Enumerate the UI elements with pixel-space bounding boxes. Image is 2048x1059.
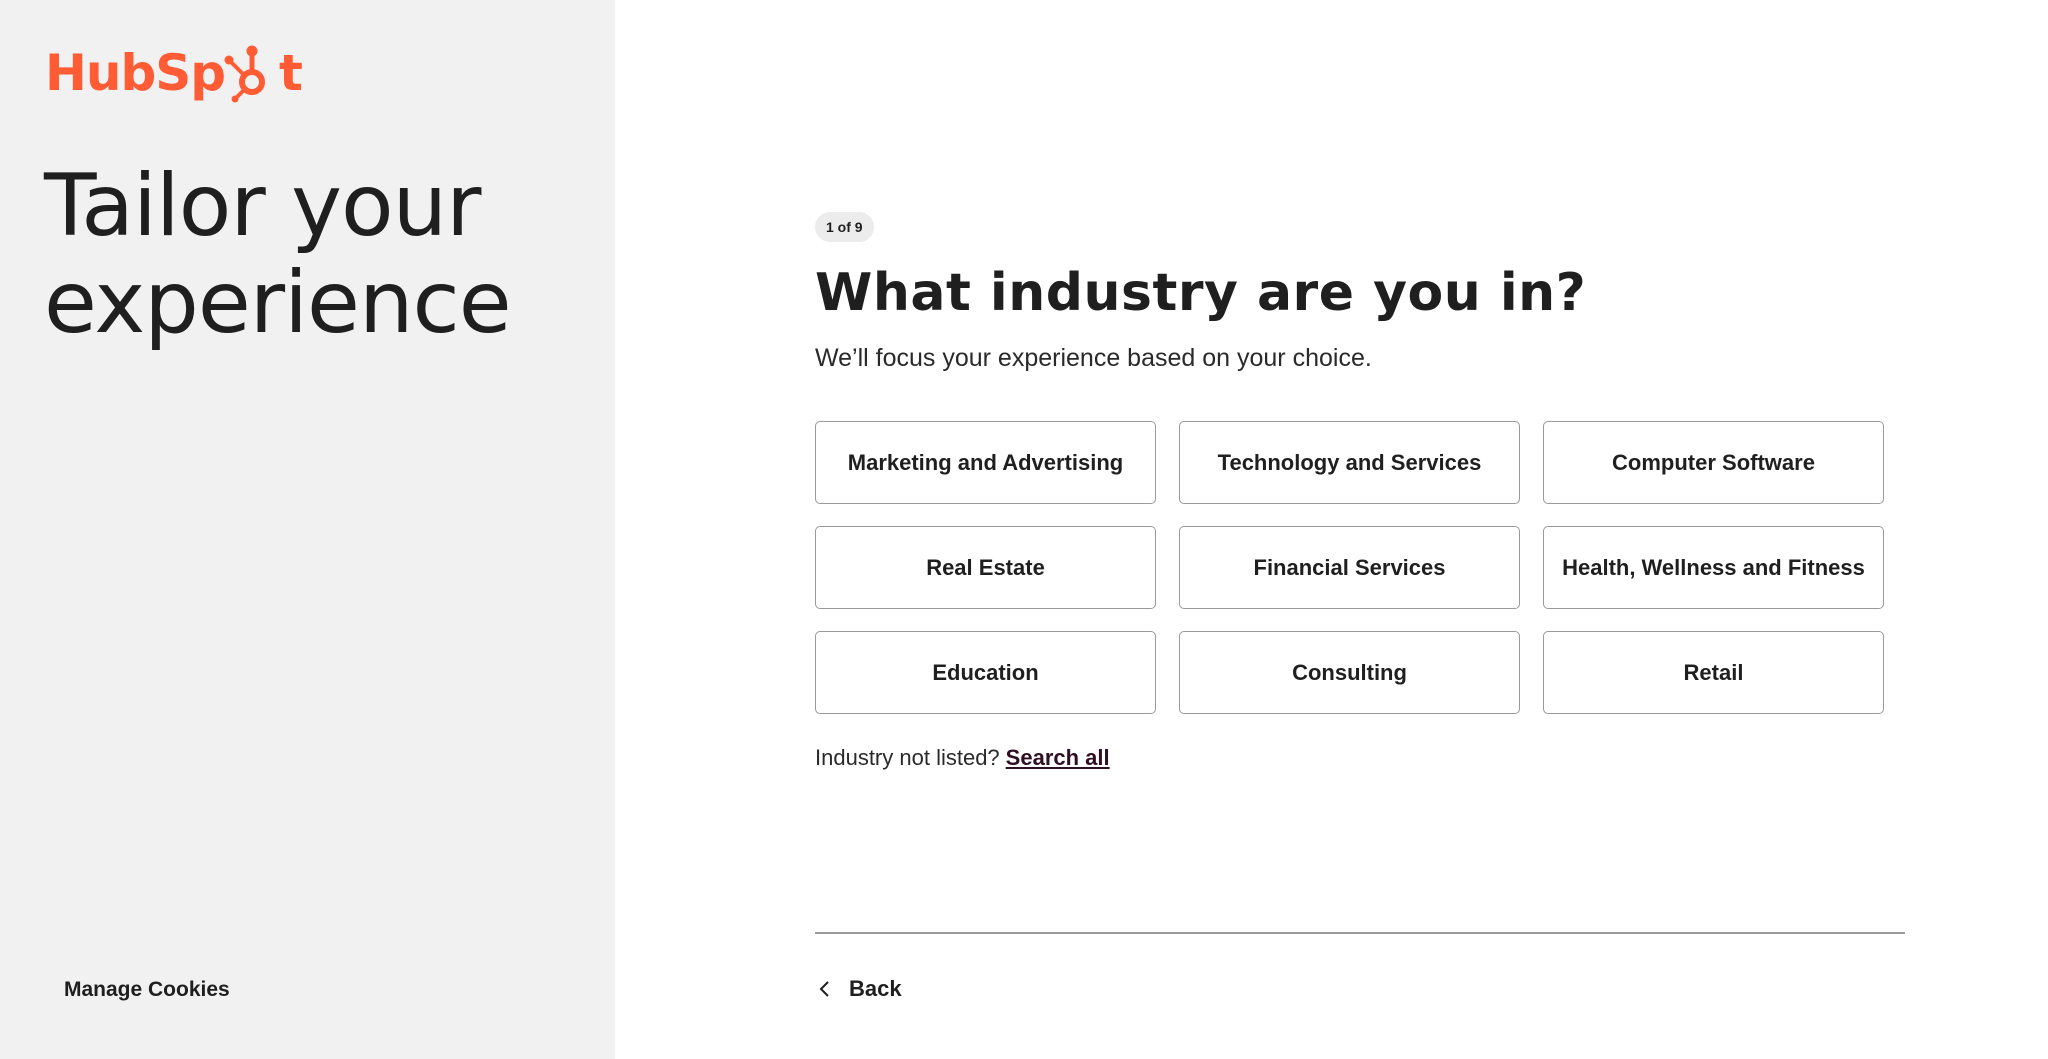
option-consulting[interactable]: Consulting xyxy=(1179,631,1520,714)
footer-divider xyxy=(815,932,1905,934)
page-title: What industry are you in? xyxy=(815,263,1587,323)
step-indicator: 1 of 9 xyxy=(815,212,874,242)
logo-wordmark: HubSp t xyxy=(45,42,303,104)
industry-not-listed: Industry not listed? Search all xyxy=(815,745,1110,771)
option-financial-services[interactable]: Financial Services xyxy=(1179,526,1520,609)
page-subtitle: We’ll focus your experience based on you… xyxy=(815,344,1372,372)
chevron-left-icon xyxy=(819,981,829,997)
hero-title: Tailor your experience xyxy=(44,156,512,353)
option-marketing-and-advertising[interactable]: Marketing and Advertising xyxy=(815,421,1156,504)
option-health-wellness-fitness[interactable]: Health, Wellness and Fitness xyxy=(1543,526,1884,609)
manage-cookies-button[interactable]: Manage Cookies xyxy=(64,978,230,1002)
onboarding-page: HubSp t Tailor your experience Manage Co… xyxy=(0,0,2048,1059)
option-education[interactable]: Education xyxy=(815,631,1156,714)
option-computer-software[interactable]: Computer Software xyxy=(1543,421,1884,504)
option-retail[interactable]: Retail xyxy=(1543,631,1884,714)
logo-text-left: HubSp xyxy=(45,44,226,102)
left-panel: HubSp t Tailor your experience Manage Co… xyxy=(0,0,615,1059)
industry-options: Marketing and Advertising Technology and… xyxy=(815,421,1884,714)
option-technology-and-services[interactable]: Technology and Services xyxy=(1179,421,1520,504)
main-panel: 1 of 9 What industry are you in? We’ll f… xyxy=(615,0,2048,1059)
sprocket-icon xyxy=(224,45,266,103)
back-button[interactable]: Back xyxy=(815,976,902,1002)
search-all-link[interactable]: Search all xyxy=(1006,745,1110,770)
back-label: Back xyxy=(849,976,902,1001)
logo-text-right: t xyxy=(279,44,303,102)
hubspot-logo: HubSp t xyxy=(45,42,303,104)
not-listed-text: Industry not listed? xyxy=(815,745,1000,770)
option-real-estate[interactable]: Real Estate xyxy=(815,526,1156,609)
